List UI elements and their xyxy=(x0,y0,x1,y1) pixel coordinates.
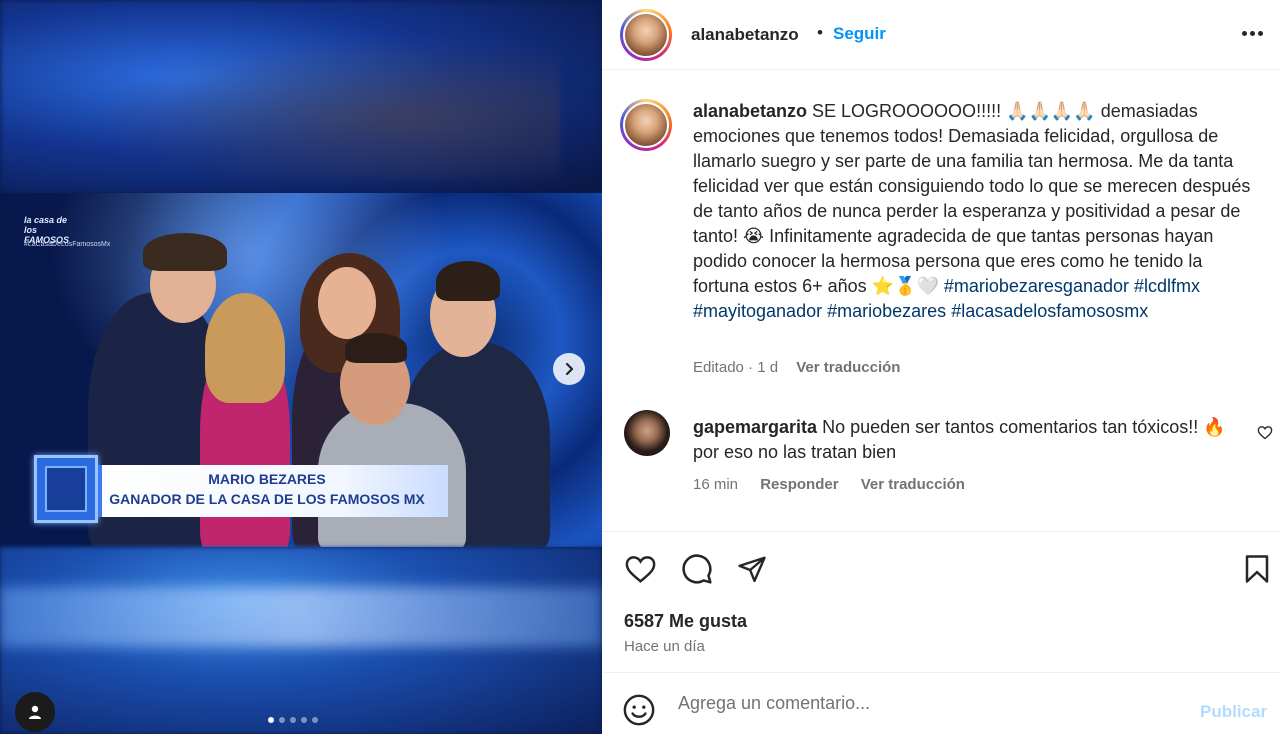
author-avatar[interactable] xyxy=(620,9,672,61)
follow-button[interactable]: Seguir xyxy=(833,24,886,44)
hashtag[interactable]: #lcdlfmx xyxy=(1134,276,1200,296)
user-icon xyxy=(29,705,41,719)
comment-button[interactable] xyxy=(679,551,715,587)
publish-button[interactable]: Publicar xyxy=(1200,702,1267,722)
winner-name: MARIO BEZARES xyxy=(208,471,326,487)
lower-third-banner: MARIO BEZARES GANADOR DE LA CASA DE LOS … xyxy=(34,455,454,523)
see-translation-link[interactable]: Ver traducción xyxy=(861,476,965,493)
save-button[interactable] xyxy=(1239,551,1275,587)
heart-icon xyxy=(625,556,655,583)
caption-age: 1 d xyxy=(757,359,779,376)
carousel-indicator xyxy=(268,717,318,723)
send-icon xyxy=(738,556,766,583)
trophy-graphic xyxy=(34,455,98,523)
action-bar: 6587 Me gusta Hace un día xyxy=(602,531,1281,671)
comment-composer: Publicar xyxy=(602,672,1281,734)
more-options-icon[interactable] xyxy=(1242,31,1263,36)
tagged-users-button[interactable] xyxy=(15,692,55,732)
carousel-dot xyxy=(312,717,318,723)
like-comment-icon[interactable] xyxy=(1257,425,1273,440)
share-button[interactable] xyxy=(734,551,770,587)
comments-section[interactable]: alanabetanzo SE LOGROOOOOO!!!!! 🙏🏻🙏🏻🙏🏻🙏🏻… xyxy=(602,71,1281,531)
post-media: la casa de los FAMOSOS #LaCasaDeLosFamos… xyxy=(0,0,602,734)
hashtag[interactable]: #mayitoganador xyxy=(693,301,822,321)
post-header: alanabetanzo • Seguir xyxy=(602,0,1281,70)
likes-count[interactable]: 6587 Me gusta xyxy=(624,611,747,632)
comment-icon xyxy=(682,554,712,584)
next-slide-button[interactable] xyxy=(553,353,585,385)
caption-meta: Editado · 1 d Ver traducción xyxy=(693,359,901,376)
hashtag[interactable]: #mariobezares xyxy=(827,301,946,321)
caption-body: SE LOGROOOOOO!!!!! 🙏🏻🙏🏻🙏🏻🙏🏻 demasiadas e… xyxy=(693,101,1251,296)
caption-avatar[interactable] xyxy=(620,99,672,151)
caption-text: alanabetanzo SE LOGROOOOOO!!!!! 🙏🏻🙏🏻🙏🏻🙏🏻… xyxy=(693,99,1263,324)
comment-input[interactable] xyxy=(678,688,1178,718)
blurred-background-top xyxy=(0,0,602,193)
author-username[interactable]: alanabetanzo xyxy=(691,25,799,45)
comment-age: 16 min xyxy=(693,476,739,493)
like-button[interactable] xyxy=(622,551,658,587)
chevron-right-icon xyxy=(565,362,574,376)
comment-text: gapemargarita No pueden ser tantos comen… xyxy=(693,415,1243,465)
bookmark-icon xyxy=(1245,555,1269,583)
tv-show-logo: la casa de los FAMOSOS xyxy=(24,215,70,245)
carousel-dot xyxy=(301,717,307,723)
hashtag[interactable]: #mariobezaresganador xyxy=(944,276,1129,296)
commenter-avatar[interactable] xyxy=(624,410,670,456)
edited-label: Editado xyxy=(693,359,744,376)
post-details-panel: alanabetanzo • Seguir alanabetanzo SE LO… xyxy=(602,0,1281,734)
emoji-icon[interactable] xyxy=(622,693,656,727)
commenter-username[interactable]: gapemargarita xyxy=(693,417,817,437)
reply-button[interactable]: Responder xyxy=(760,476,838,493)
carousel-dot xyxy=(268,717,274,723)
blurred-background-bottom xyxy=(0,547,602,734)
hashtag[interactable]: #lacasadelosfamososmx xyxy=(951,301,1148,321)
comment-meta: 16 min Responder Ver traducción xyxy=(693,476,965,493)
see-translation-link[interactable]: Ver traducción xyxy=(796,359,900,376)
tv-hashtag: #LaCasaDeLosFamososMx xyxy=(24,241,111,248)
carousel-dot xyxy=(290,717,296,723)
post-time: Hace un día xyxy=(624,638,705,655)
post-photo[interactable]: la casa de los FAMOSOS #LaCasaDeLosFamos… xyxy=(0,193,602,547)
separator-dot: • xyxy=(817,23,823,42)
carousel-dot xyxy=(279,717,285,723)
caption-username[interactable]: alanabetanzo xyxy=(693,101,807,121)
winner-title: GANADOR DE LA CASA DE LOS FAMOSOS MX xyxy=(109,491,425,507)
